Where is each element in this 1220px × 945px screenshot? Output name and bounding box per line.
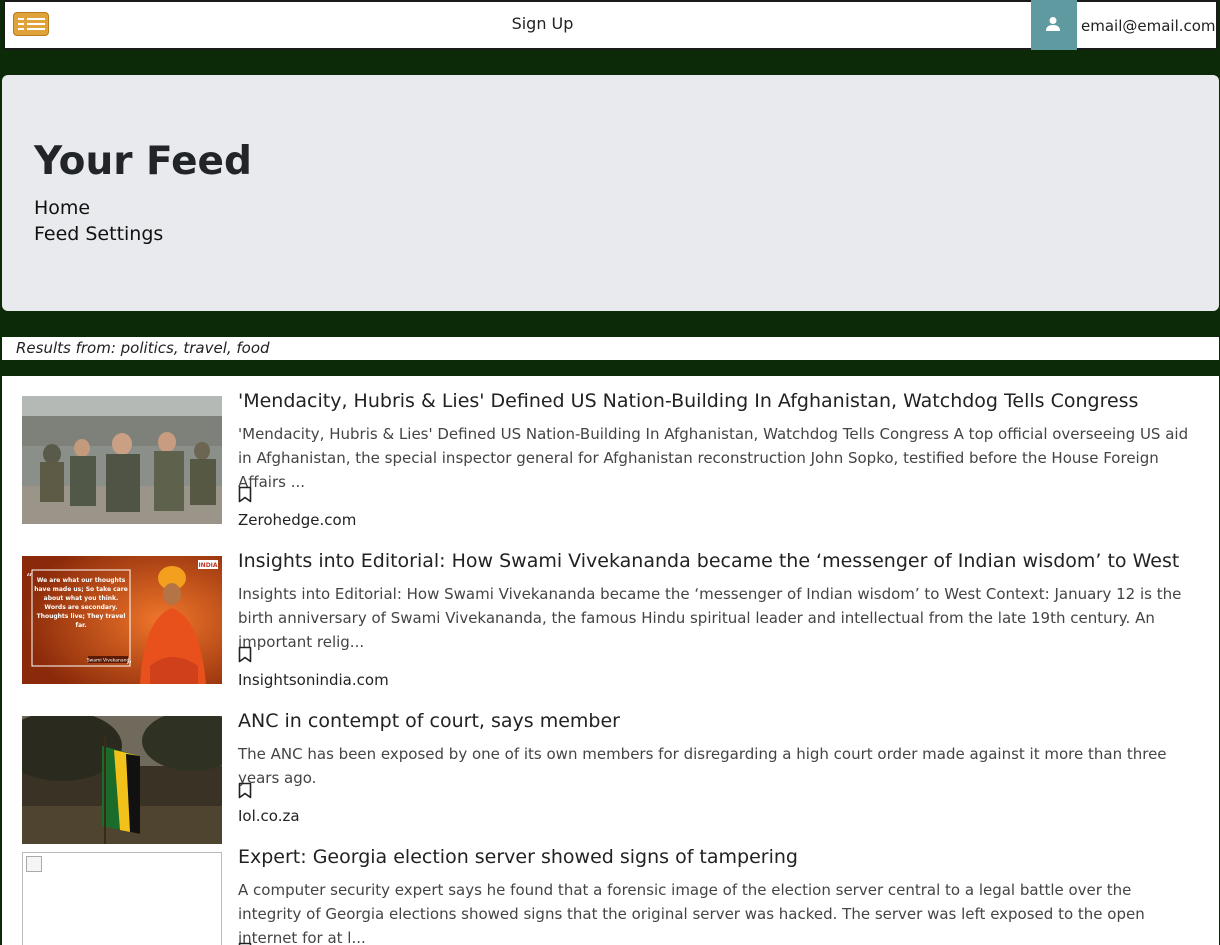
article-source: Zerohedge.com <box>238 511 357 529</box>
user-email[interactable]: email@email.com <box>1081 17 1216 35</box>
article-title[interactable]: Expert: Georgia election server showed s… <box>238 846 798 868</box>
broken-image-icon <box>26 856 42 872</box>
page-title: Your Feed <box>34 139 252 184</box>
image-logo: INDIA <box>198 562 217 569</box>
article-description: Insights into Editorial: How Swami Vivek… <box>238 585 1182 651</box>
svg-text:“: “ <box>26 571 32 585</box>
results-text: Results from: politics, travel, food <box>16 339 270 357</box>
article-thumbnail[interactable] <box>22 396 222 524</box>
article-title[interactable]: 'Mendacity, Hubris & Lies' Defined US Na… <box>238 390 1138 412</box>
feed-header: Your Feed Home Feed Settings <box>2 75 1219 311</box>
article-title[interactable]: ANC in contempt of court, says member <box>238 710 620 732</box>
article-thumbnail[interactable] <box>22 716 222 844</box>
article-description: A computer security expert says he found… <box>238 881 1145 945</box>
top-navbar: Sign Up email@email.com <box>3 0 1218 50</box>
sign-up-link[interactable]: Sign Up <box>5 14 1080 33</box>
bookmark-icon[interactable] <box>238 782 252 799</box>
article-title[interactable]: Insights into Editorial: How Swami Vivek… <box>238 550 1179 572</box>
article-thumbnail[interactable] <box>22 852 222 945</box>
article-thumbnail[interactable]: We are what our thoughts have made us; S… <box>22 556 222 684</box>
article-description: 'Mendacity, Hubris & Lies' Defined US Na… <box>238 425 1189 491</box>
user-button[interactable] <box>1031 0 1077 50</box>
svg-text:”: ” <box>126 659 132 673</box>
article-list: 'Mendacity, Hubris & Lies' Defined US Na… <box>2 376 1219 945</box>
article-source: Iol.co.za <box>238 807 300 825</box>
home-link[interactable]: Home <box>34 197 90 219</box>
article-source: Insightsonindia.com <box>238 671 389 689</box>
image-quote: We are what our thoughts have made us; S… <box>34 577 128 629</box>
bookmark-icon[interactable] <box>238 646 252 663</box>
image-caption: Swami Vivekanand <box>87 658 130 664</box>
user-icon <box>1046 17 1060 31</box>
bookmark-icon[interactable] <box>238 486 252 503</box>
results-bar: Results from: politics, travel, food <box>2 337 1219 360</box>
article-description: The ANC has been exposed by one of its o… <box>238 745 1167 787</box>
feed-settings-link[interactable]: Feed Settings <box>34 223 163 245</box>
